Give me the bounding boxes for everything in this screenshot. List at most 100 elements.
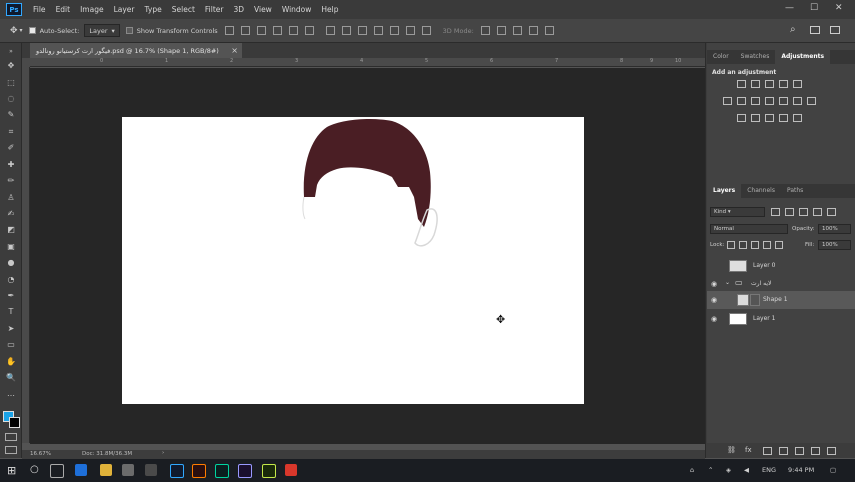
marquee-tool-icon[interactable]: ⬚ — [6, 78, 16, 88]
network-icon[interactable]: ◈ — [726, 466, 731, 474]
add-mask-icon[interactable] — [763, 447, 772, 455]
notification-icon[interactable]: ▢ — [830, 466, 836, 474]
eraser-tool-icon[interactable]: ◩ — [6, 225, 16, 235]
document-tab[interactable]: فیگور ارت کرستیانو رونالدو.psd @ 16.7% (… — [30, 43, 242, 58]
menu-file[interactable]: File — [28, 5, 51, 14]
menu-select[interactable]: Select — [167, 5, 200, 14]
hair-shape[interactable] — [122, 117, 584, 404]
new-layer-icon[interactable] — [811, 447, 820, 455]
app-red-icon[interactable] — [285, 464, 297, 476]
paint-bucket-tool-icon[interactable]: ▣ — [6, 242, 16, 252]
lock-all-icon[interactable] — [775, 241, 783, 249]
menu-window[interactable]: Window — [277, 5, 317, 14]
distribute-right-icon[interactable] — [405, 26, 415, 35]
filter-pixel-icon[interactable] — [771, 208, 780, 216]
posterize-icon[interactable] — [737, 114, 746, 122]
3d-roll-icon[interactable] — [496, 26, 506, 35]
photo-filter-icon[interactable] — [765, 97, 774, 105]
filter-shape-icon[interactable] — [813, 208, 822, 216]
layer-row-layer-0[interactable]: Layer 0 — [707, 257, 855, 275]
tab-channels[interactable]: Channels — [741, 184, 781, 198]
lock-position-icon[interactable] — [751, 241, 759, 249]
distribute-vcenter-icon[interactable] — [341, 26, 351, 35]
path-selection-tool-icon[interactable]: ➤ — [6, 324, 16, 334]
animate-taskbar-icon[interactable] — [262, 464, 276, 478]
move-tool-icon[interactable]: ✥ — [6, 61, 16, 71]
black-white-icon[interactable] — [751, 97, 760, 105]
distribute-left-icon[interactable] — [373, 26, 383, 35]
fill-field[interactable]: 100% — [818, 240, 851, 250]
eye-icon[interactable]: ◉ — [711, 315, 717, 323]
close-button[interactable]: ✕ — [835, 3, 843, 13]
exposure-icon[interactable] — [779, 80, 788, 88]
curves-icon[interactable] — [765, 80, 774, 88]
close-document-icon[interactable]: × — [231, 46, 238, 55]
opacity-field[interactable]: 100% — [818, 224, 851, 234]
blur-tool-icon[interactable]: ● — [6, 258, 16, 268]
workspace-icon[interactable] — [810, 26, 820, 34]
align-vcenter-icon[interactable] — [240, 26, 250, 35]
menu-edit[interactable]: Edit — [51, 5, 76, 14]
align-bottom-icon[interactable] — [256, 26, 266, 35]
align-right-icon[interactable] — [304, 26, 314, 35]
3d-rotate-icon[interactable] — [480, 26, 490, 35]
link-layers-icon[interactable]: ⛓ — [727, 446, 736, 454]
minimize-button[interactable]: — — [785, 3, 794, 13]
distribute-bottom-icon[interactable] — [357, 26, 367, 35]
color-lookup-icon[interactable] — [793, 97, 802, 105]
new-adjustment-icon[interactable] — [779, 447, 788, 455]
align-hcenter-icon[interactable] — [288, 26, 298, 35]
auto-align-icon[interactable] — [421, 26, 431, 35]
file-explorer-icon[interactable] — [100, 464, 112, 476]
threshold-icon[interactable] — [751, 114, 760, 122]
windows-start-icon[interactable]: ⊞ — [7, 464, 16, 477]
tab-paths[interactable]: Paths — [781, 184, 809, 198]
screen-mode-icon[interactable] — [5, 446, 17, 454]
pen-tool-icon[interactable]: ✒ — [6, 291, 16, 301]
search-icon[interactable]: ⌕ — [790, 24, 796, 35]
vertical-ruler[interactable] — [22, 67, 30, 443]
background-color-swatch[interactable] — [9, 417, 20, 428]
layer-row-shape-1[interactable]: ◉ Shape 1 — [707, 291, 855, 309]
hand-tool-icon[interactable]: ✋ — [6, 357, 16, 367]
menu-3d[interactable]: 3D — [228, 5, 249, 14]
zoom-tool-icon[interactable]: 🔍 — [6, 373, 16, 383]
premiere-taskbar-icon[interactable] — [238, 464, 252, 478]
3d-slide-icon[interactable] — [528, 26, 538, 35]
crop-tool-icon[interactable]: ⌗ — [6, 127, 16, 137]
distribute-hcenter-icon[interactable] — [389, 26, 399, 35]
share-icon[interactable] — [830, 26, 840, 34]
shape-tool-icon[interactable]: ▭ — [6, 340, 16, 350]
blend-mode-dropdown[interactable]: Normal — [710, 224, 788, 234]
tab-layers[interactable]: Layers — [707, 184, 742, 198]
task-view-icon[interactable] — [50, 464, 64, 478]
filter-adjustment-icon[interactable] — [785, 208, 794, 216]
new-group-icon[interactable] — [795, 447, 804, 455]
gradient-map-icon[interactable] — [779, 114, 788, 122]
menu-type[interactable]: Type — [140, 5, 167, 14]
tab-swatches[interactable]: Swatches — [735, 50, 776, 64]
document-canvas[interactable] — [122, 117, 584, 404]
selective-color-icon[interactable] — [765, 114, 774, 122]
group-expand-chevron-icon[interactable]: ⌄ — [725, 279, 730, 286]
lock-image-icon[interactable] — [739, 241, 747, 249]
color-balance-icon[interactable] — [737, 97, 746, 105]
menu-layer[interactable]: Layer — [109, 5, 140, 14]
brush-tool-icon[interactable]: ✏ — [6, 176, 16, 186]
menu-image[interactable]: Image — [75, 5, 109, 14]
dodge-tool-icon[interactable]: ◔ — [6, 275, 16, 285]
auto-select-checkbox[interactable] — [28, 27, 36, 34]
volume-icon[interactable]: ◀ — [744, 466, 749, 474]
lasso-tool-icon[interactable]: ◌ — [6, 94, 16, 104]
move-tool-icon[interactable]: ✥ — [10, 26, 18, 36]
tool-preset-chevron-icon[interactable]: ▾ — [20, 27, 23, 34]
3d-drag-icon[interactable] — [512, 26, 522, 35]
layer-row-layer-1[interactable]: ◉ Layer 1 — [707, 310, 855, 328]
hue-saturation-icon[interactable] — [723, 97, 732, 105]
menu-filter[interactable]: Filter — [200, 5, 229, 14]
lock-artboard-icon[interactable] — [763, 241, 771, 249]
photoshop-logo[interactable]: Ps — [6, 3, 22, 16]
align-left-icon[interactable] — [272, 26, 282, 35]
photoshop-taskbar-icon[interactable] — [170, 464, 184, 478]
search-circle-icon[interactable]: ○ — [30, 464, 39, 475]
